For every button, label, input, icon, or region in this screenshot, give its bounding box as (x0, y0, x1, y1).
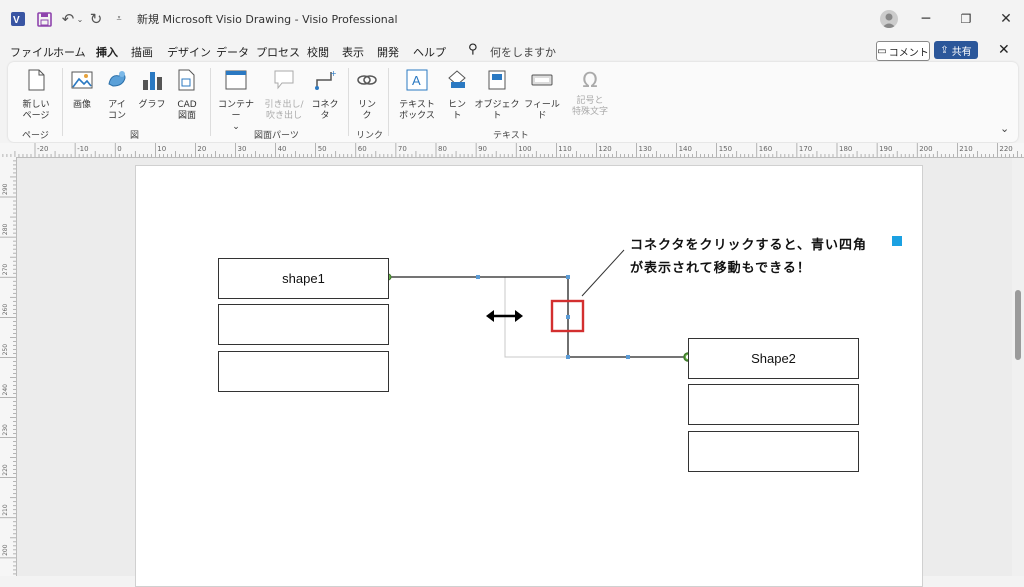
connector-midpoint-handle[interactable] (566, 315, 570, 319)
shape2-label: Shape2 (751, 351, 796, 366)
vertical-scrollbar-thumb[interactable] (1015, 290, 1021, 360)
annotation-pointer-line (581, 249, 625, 297)
annotation-line-1: コネクタをクリックすると、青い四角 (630, 238, 867, 253)
connector-handle[interactable] (626, 355, 630, 359)
blue-square-icon (892, 236, 902, 246)
shape1-row[interactable] (218, 351, 389, 392)
annotation-text: コネクタをクリックすると、青い四角 が表示されて移動もできる！ (630, 234, 867, 280)
diagram-layer (384, 236, 902, 362)
shape2-header[interactable]: Shape2 (688, 338, 859, 379)
connector-handle[interactable] (476, 275, 480, 279)
connector-handle[interactable] (566, 275, 570, 279)
vertical-scrollbar[interactable] (1012, 158, 1024, 576)
shape1-label: shape1 (282, 271, 325, 286)
connector-line[interactable] (388, 276, 688, 358)
shape2-row[interactable] (688, 431, 859, 472)
connector-handle[interactable] (566, 355, 570, 359)
shape2-row[interactable] (688, 384, 859, 425)
shape1-row[interactable] (218, 304, 389, 345)
annotation-line-2: が表示されて移動もできる！ (630, 261, 811, 276)
shape1-header[interactable]: shape1 (218, 258, 389, 299)
